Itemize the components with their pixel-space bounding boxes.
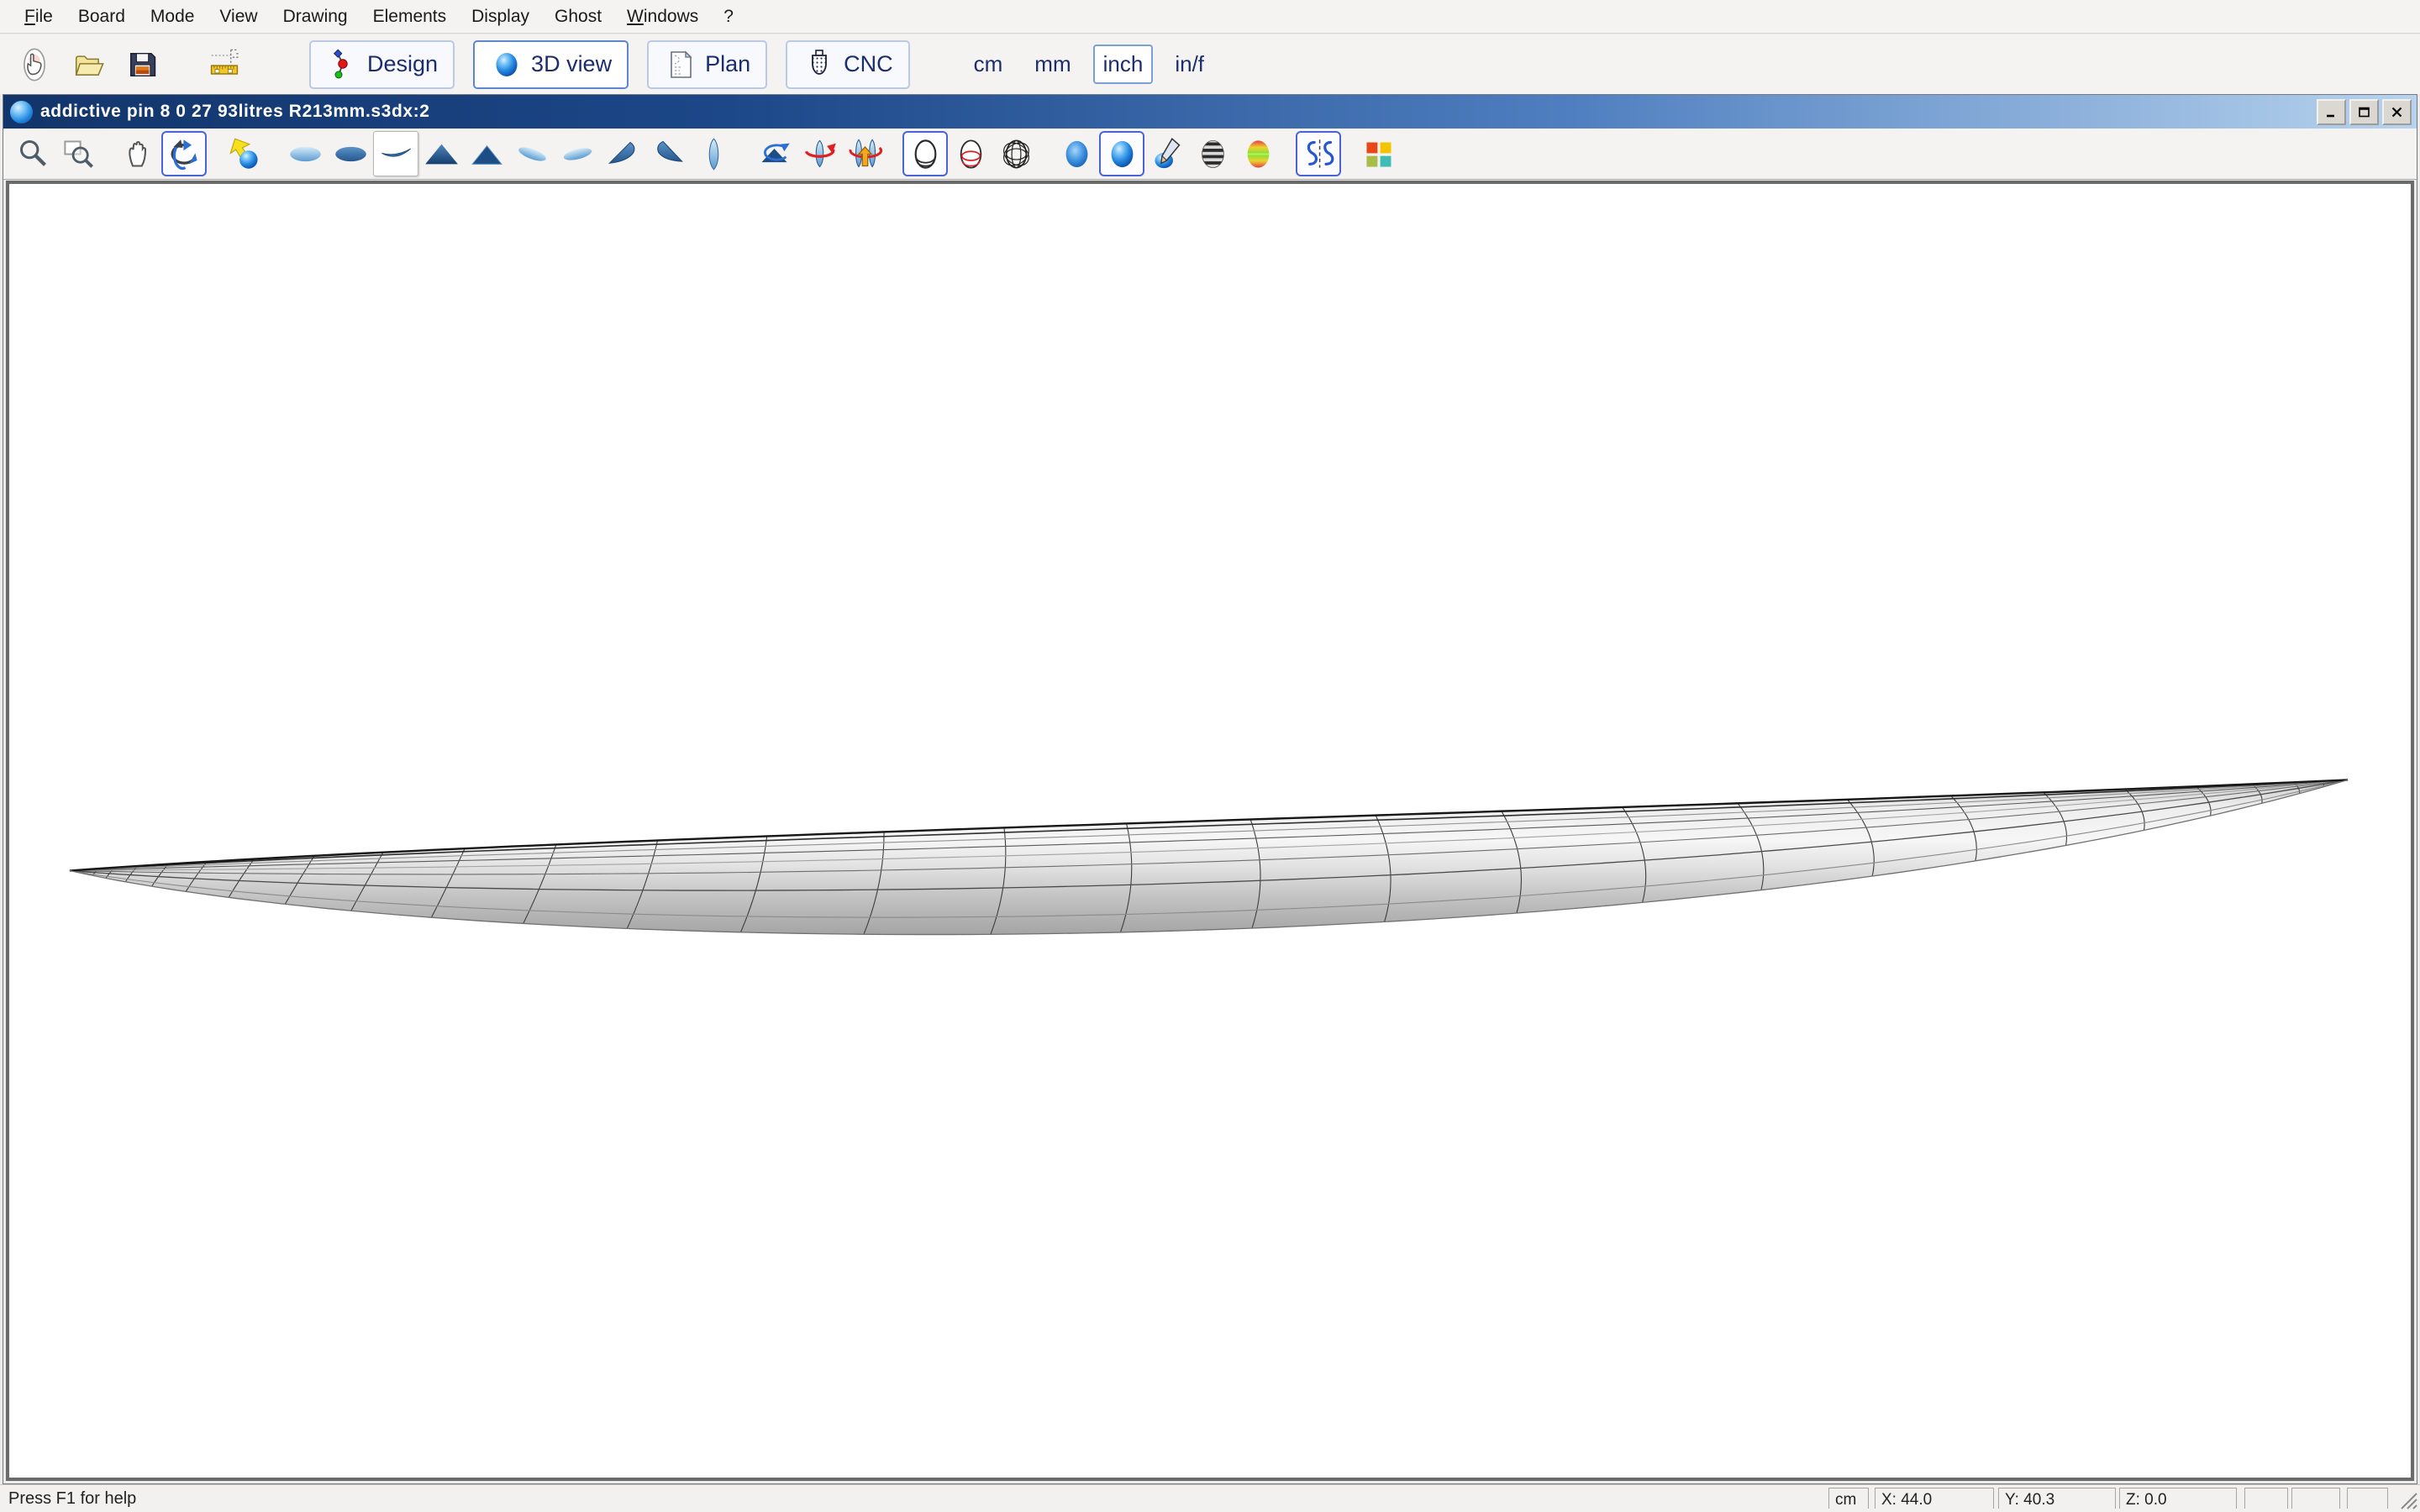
symmetry-icon[interactable] xyxy=(1296,131,1341,176)
view-perspective-2-icon[interactable] xyxy=(555,131,600,176)
display-shaded-icon[interactable] xyxy=(1054,131,1099,176)
menu-help[interactable]: ? xyxy=(711,3,746,30)
rotate-vertical-icon[interactable] xyxy=(842,131,887,176)
view-toolbar xyxy=(3,129,2417,180)
menu-view[interactable]: View xyxy=(207,3,270,30)
unit-inch[interactable]: inch xyxy=(1093,45,1154,84)
display-slices-icon[interactable] xyxy=(948,131,993,176)
close-button[interactable] xyxy=(2382,99,2412,125)
unit-cm[interactable]: cm xyxy=(964,45,1013,84)
menu-mode[interactable]: Mode xyxy=(138,3,208,30)
cnc-mode-button[interactable]: CNC xyxy=(786,40,910,89)
document-window: addictive pin 8 0 27 93litres R213mm.s3d… xyxy=(3,94,2417,1484)
status-z-panel: Z: 0.0 xyxy=(2119,1488,2237,1509)
menu-display[interactable]: Display xyxy=(459,3,542,30)
display-smooth-icon[interactable] xyxy=(1099,131,1144,176)
status-y-panel: Y: 40.3 xyxy=(1998,1488,2116,1509)
menu-bar: File Board Mode View Drawing Elements Di… xyxy=(0,0,2420,34)
sphere-icon xyxy=(490,48,523,81)
zoom-icon[interactable] xyxy=(10,131,55,176)
status-empty-panel xyxy=(2244,1488,2288,1509)
view-back-icon[interactable] xyxy=(464,131,509,176)
zoom-window-icon[interactable] xyxy=(55,131,101,176)
status-help-text: Press F1 for help xyxy=(8,1489,136,1509)
document-title: addictive pin 8 0 27 93litres R213mm.s3d… xyxy=(40,102,2313,122)
menu-board[interactable]: Board xyxy=(66,3,138,30)
flip-board-icon[interactable] xyxy=(751,131,797,176)
view-perspective-1-icon[interactable] xyxy=(509,131,555,176)
cnc-label: CNC xyxy=(844,51,893,77)
display-wireframe-icon[interactable] xyxy=(902,131,948,176)
unit-mm[interactable]: mm xyxy=(1024,45,1081,84)
menu-drawing[interactable]: Drawing xyxy=(271,3,360,30)
view-bottom-icon[interactable] xyxy=(328,131,373,176)
open-icon[interactable] xyxy=(64,41,113,88)
shape3d-application: { "menu": { "items": ["File", "Board", "… xyxy=(0,0,2420,1512)
3d-view-mode-button[interactable]: 3D view xyxy=(473,40,629,89)
view-top-icon[interactable] xyxy=(282,131,328,176)
design-nodes-icon xyxy=(326,48,360,81)
plan-document-icon xyxy=(664,48,697,81)
pan-icon[interactable] xyxy=(116,131,161,176)
menu-ghost[interactable]: Ghost xyxy=(542,3,614,30)
resize-grip[interactable] xyxy=(2396,1488,2418,1510)
cnc-tool-icon xyxy=(802,48,836,81)
display-curvature-icon[interactable] xyxy=(1235,131,1281,176)
plan-label: Plan xyxy=(705,51,750,77)
3d-viewport[interactable] xyxy=(6,181,2414,1481)
display-mesh-icon[interactable] xyxy=(993,131,1039,176)
unit-inf[interactable]: in/f xyxy=(1165,45,1214,84)
new-board-icon[interactable] xyxy=(10,41,59,88)
main-toolbar: Design 3D view Plan CNC cm mm inch in/f xyxy=(0,34,2420,94)
display-zebra-icon[interactable] xyxy=(1190,131,1235,176)
save-icon[interactable] xyxy=(118,41,166,88)
view-front-icon[interactable] xyxy=(418,131,464,176)
design-label: Design xyxy=(367,51,438,77)
board-3d-render xyxy=(9,184,2411,1478)
menu-elements[interactable]: Elements xyxy=(360,3,460,30)
status-unit-panel: cm xyxy=(1828,1488,1869,1509)
menu-windows[interactable]: Windows xyxy=(614,3,711,30)
view-perspective-3-icon[interactable] xyxy=(600,131,645,176)
display-paint-icon[interactable] xyxy=(1144,131,1190,176)
shaded-render-icon[interactable] xyxy=(222,131,267,176)
unit-toggles: cm mm inch in/f xyxy=(964,45,1214,84)
quad-view-icon[interactable] xyxy=(1356,131,1402,176)
document-icon xyxy=(10,101,33,123)
view-side-icon[interactable] xyxy=(373,131,418,176)
rotate-horizontal-icon[interactable] xyxy=(797,131,842,176)
maximize-button[interactable] xyxy=(2349,99,2379,125)
view-perspective-4-icon[interactable] xyxy=(645,131,691,176)
plan-mode-button[interactable]: Plan xyxy=(647,40,767,89)
dimensions-icon[interactable] xyxy=(200,41,249,88)
document-titlebar[interactable]: addictive pin 8 0 27 93litres R213mm.s3d… xyxy=(3,95,2417,129)
rotate-3d-icon[interactable] xyxy=(161,131,207,176)
status-empty-panel xyxy=(2291,1488,2340,1509)
status-empty-panel xyxy=(2347,1488,2388,1509)
status-x-panel: X: 44.0 xyxy=(1875,1488,1994,1509)
menu-file[interactable]: File xyxy=(12,3,66,30)
design-mode-button[interactable]: Design xyxy=(309,40,455,89)
3d-view-label: 3D view xyxy=(531,51,612,77)
minimize-button[interactable] xyxy=(2317,99,2346,125)
status-bar: Press F1 for help cm X: 44.0 Y: 40.3 Z: … xyxy=(0,1484,2420,1512)
view-outline-icon[interactable] xyxy=(691,131,736,176)
